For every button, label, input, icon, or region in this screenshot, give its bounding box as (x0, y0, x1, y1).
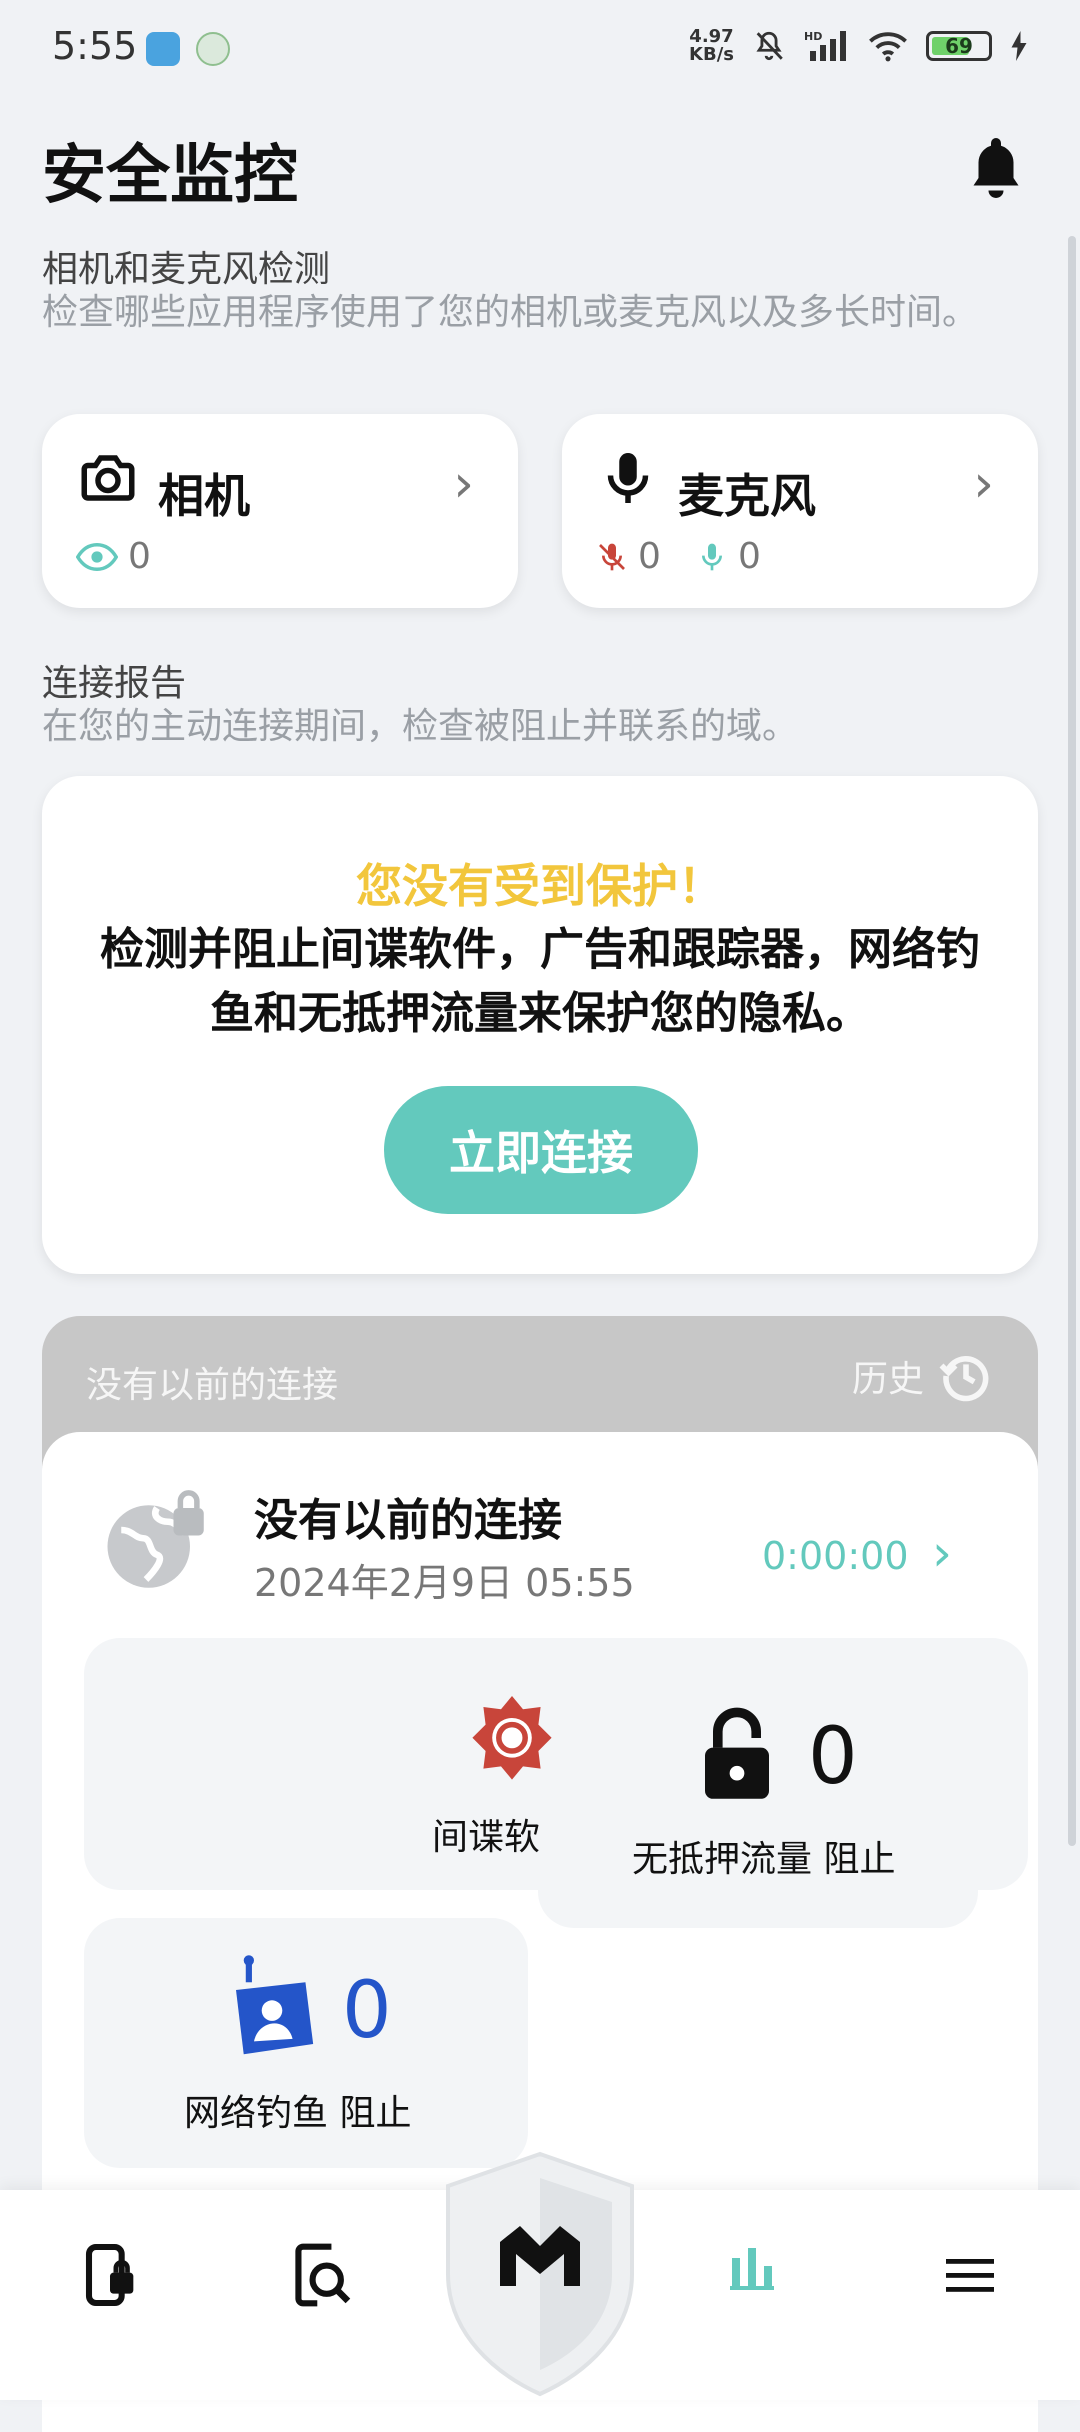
phone-lock-icon[interactable] (82, 2242, 138, 2308)
traffic-blocked-count: 0 (808, 1712, 858, 1802)
history-label: 历史 (851, 1359, 924, 1400)
notification-app-icon (146, 32, 180, 66)
camera-card[interactable]: 相机 › 0 (42, 414, 518, 608)
connection-report-subtitle: 在您的主动连接期间，检查被阻止并联系的域。 (42, 706, 799, 747)
stats-icon[interactable] (730, 2246, 774, 2290)
microphone-card[interactable]: 麦克风 › 0 0 (562, 414, 1038, 608)
camera-icon (81, 455, 135, 501)
wifi-icon (869, 32, 907, 62)
battery-percent: 69 (945, 34, 973, 58)
eye-icon (76, 542, 118, 571)
charging-icon (1011, 31, 1027, 61)
chevron-right-icon: › (453, 454, 474, 514)
notification-app-icon-2 (196, 32, 230, 66)
previous-connection-title: 没有以前的连接 (254, 1495, 562, 1546)
connection-report-title: 连接报告 (42, 663, 187, 704)
previous-connection-header: 没有以前的连接 (86, 1365, 339, 1406)
search-doc-icon[interactable] (290, 2242, 354, 2308)
status-time: 5:55 (52, 24, 138, 68)
lock-icon (705, 1707, 769, 1799)
protection-card: 您没有受到保护！ 检测并阻止间谍软件，广告和跟踪器，网络钓鱼和无抵押流量来保护您… (42, 776, 1038, 1274)
previous-connection-date: 2024年2月9日 05:55 (254, 1561, 635, 1605)
menu-icon[interactable] (946, 2256, 994, 2294)
battery-icon: 69 (926, 31, 992, 61)
mic-on-icon (702, 543, 722, 570)
connection-duration: 0:00:00 (762, 1534, 909, 1578)
shield-logo-icon[interactable] (440, 2150, 640, 2400)
camera-views-count: 0 (128, 536, 151, 577)
status-bar: 5:55 4.97 KB/s HD 69 (0, 0, 1080, 100)
microphone-label: 麦克风 (678, 469, 816, 523)
connect-now-button[interactable]: 立即连接 (384, 1086, 698, 1214)
microphone-blocked-count: 0 (638, 536, 661, 577)
mute-icon (756, 31, 783, 61)
spyware-icon (472, 1696, 552, 1780)
chevron-right-icon[interactable]: › (932, 1524, 952, 1582)
not-protected-warning: 您没有受到保护！ (356, 859, 724, 913)
spyware-label: 间谍软 (432, 1817, 541, 1858)
page-title: 安全监控 (42, 139, 298, 213)
microphone-icon (607, 453, 649, 503)
camera-views-stat: 0 (76, 536, 151, 577)
bell-icon[interactable] (966, 132, 1026, 204)
camera-mic-section-subtitle: 检查哪些应用程序使用了您的相机或麦克风以及多长时间。 (42, 292, 979, 333)
mic-off-icon (599, 543, 625, 570)
hd-label: HD (804, 30, 822, 43)
globe-lock-icon (107, 1490, 204, 1588)
microphone-active-count: 0 (738, 536, 761, 577)
cell-signal-icon: HD (804, 30, 846, 61)
microphone-active-stat: 0 (696, 536, 761, 577)
chevron-right-icon: › (973, 454, 994, 514)
camera-label: 相机 (158, 469, 250, 523)
microphone-blocked-stat: 0 (596, 536, 661, 577)
net-speed: 4.97 KB/s (689, 26, 734, 65)
protection-description: 检测并阻止间谍软件，广告和跟踪器，网络钓鱼和无抵押流量来保护您的隐私。 (100, 924, 980, 1039)
history-icon (939, 1356, 989, 1402)
status-icons: 4.97 KB/s HD 69 (689, 28, 1028, 64)
traffic-blocked-label: 无抵押流量 阻止 (632, 1839, 896, 1880)
camera-mic-section-title: 相机和麦克风检测 (42, 249, 331, 290)
scrollbar[interactable] (1068, 236, 1076, 1846)
phishing-icon (236, 1955, 314, 2055)
phishing-blocked-label: 网络钓鱼 阻止 (184, 2093, 412, 2134)
phishing-blocked-count: 0 (342, 1966, 392, 2056)
history-button[interactable]: 历史 (852, 1348, 994, 1404)
